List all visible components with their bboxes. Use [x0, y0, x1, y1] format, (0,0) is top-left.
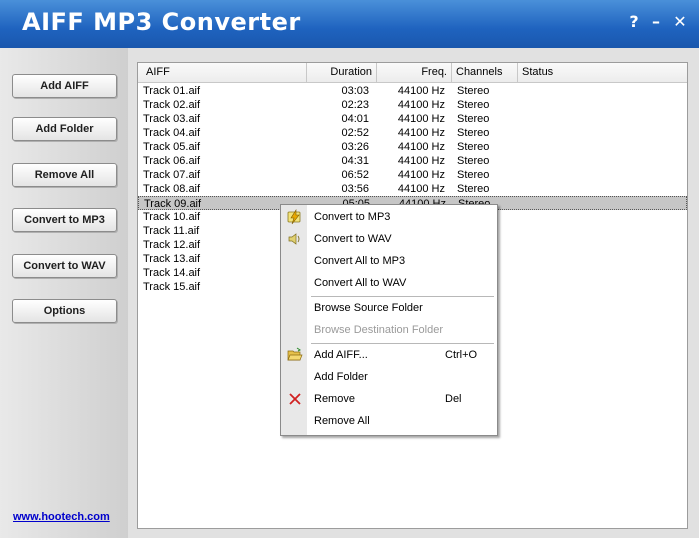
list-header: AIFF Duration Freq. Channels Status	[138, 63, 687, 83]
cell-freq: 44100 Hz	[397, 113, 445, 125]
cell-channels: Stereo	[457, 99, 490, 111]
shortcut-del: Del	[445, 393, 462, 405]
table-row[interactable]: Track 02.aif 02:23 44100 Hz Stereo	[138, 98, 687, 112]
cell-name: Track 13.aif	[143, 253, 201, 265]
title-bar: AIFF MP3 Converter ? – ✕	[0, 0, 699, 48]
cell-freq: 44100 Hz	[397, 85, 445, 97]
cell-freq: 44100 Hz	[397, 141, 445, 153]
cell-name: Track 01.aif	[143, 85, 201, 97]
remove-all-button[interactable]: Remove All	[12, 163, 117, 187]
lightning-icon	[287, 208, 303, 225]
cell-name: Track 10.aif	[143, 211, 201, 223]
cell-name: Track 11.aif	[143, 225, 200, 237]
cell-name: Track 07.aif	[143, 169, 201, 181]
convert-to-mp3-button[interactable]: Convert to MP3	[12, 208, 117, 232]
column-header-aiff[interactable]: AIFF	[138, 63, 307, 82]
menu-item-convert-all-to-wav[interactable]: Convert All to WAV	[281, 272, 497, 294]
cell-duration: 03:26	[341, 141, 369, 153]
cell-name: Track 03.aif	[143, 113, 201, 125]
cell-freq: 44100 Hz	[397, 183, 445, 195]
cell-channels: Stereo	[457, 183, 490, 195]
column-header-channels[interactable]: Channels	[452, 63, 518, 82]
help-button[interactable]: ?	[625, 12, 643, 31]
cell-channels: Stereo	[457, 141, 490, 153]
minimize-button[interactable]: –	[647, 12, 665, 31]
add-aiff-button[interactable]: Add AIFF	[12, 74, 117, 98]
menu-item-remove-all[interactable]: Remove All	[281, 410, 497, 432]
cell-name: Track 15.aif	[143, 281, 201, 293]
cell-channels: Stereo	[457, 113, 490, 125]
cell-name: Track 06.aif	[143, 155, 201, 167]
cell-duration: 04:01	[341, 113, 369, 125]
cell-channels: Stereo	[457, 169, 490, 181]
cell-duration: 06:52	[341, 169, 369, 181]
column-header-duration[interactable]: Duration	[307, 63, 377, 82]
menu-item-browse-source-folder[interactable]: Browse Source Folder	[281, 297, 497, 319]
add-folder-button[interactable]: Add Folder	[12, 117, 117, 141]
close-button[interactable]: ✕	[671, 12, 689, 31]
menu-item-browse-destination-folder: Browse Destination Folder	[314, 324, 444, 336]
cell-channels: Stereo	[457, 85, 490, 97]
table-row[interactable]: Track 06.aif 04:31 44100 Hz Stereo	[138, 154, 687, 168]
cell-channels: Stereo	[457, 127, 490, 139]
cell-freq: 44100 Hz	[397, 127, 445, 139]
shortcut-ctrl-o: Ctrl+O	[445, 349, 478, 361]
cell-freq: 44100 Hz	[397, 99, 445, 111]
cell-name: Track 02.aif	[143, 99, 201, 111]
table-row[interactable]: Track 03.aif 04:01 44100 Hz Stereo	[138, 112, 687, 126]
delete-x-icon	[287, 391, 303, 407]
table-row[interactable]: Track 05.aif 03:26 44100 Hz Stereo	[138, 140, 687, 154]
cell-name: Track 14.aif	[143, 267, 201, 279]
table-row[interactable]: Track 07.aif 06:52 44100 Hz Stereo	[138, 168, 687, 182]
cell-duration: 03:03	[341, 85, 369, 97]
options-button[interactable]: Options	[12, 299, 117, 323]
cell-freq: 44100 Hz	[397, 169, 445, 181]
menu-item-convert-all-to-mp3[interactable]: Convert All to MP3	[281, 250, 497, 272]
cell-duration: 04:31	[341, 155, 369, 167]
column-header-status[interactable]: Status	[518, 63, 687, 82]
website-link[interactable]: www.hootech.com	[13, 511, 110, 523]
convert-to-wav-button[interactable]: Convert to WAV	[12, 254, 117, 278]
cell-name: Track 08.aif	[143, 183, 201, 195]
context-menu: Convert to MP3 Convert to WAV Convert Al…	[280, 204, 498, 436]
cell-name: Track 04.aif	[143, 127, 201, 139]
cell-duration: 02:23	[341, 99, 369, 111]
menu-item-convert-to-mp3[interactable]: Convert to MP3	[281, 206, 497, 228]
cell-freq: 44100 Hz	[397, 155, 445, 167]
cell-duration: 03:56	[341, 183, 369, 195]
menu-item-add-folder[interactable]: Add Folder	[281, 366, 497, 388]
menu-item-add-aiff[interactable]: Add AIFF... Ctrl+O	[281, 344, 497, 366]
menu-item-convert-to-wav[interactable]: Convert to WAV	[281, 228, 497, 250]
cell-name: Track 05.aif	[143, 141, 201, 153]
table-row[interactable]: Track 04.aif 02:52 44100 Hz Stereo	[138, 126, 687, 140]
column-header-freq[interactable]: Freq.	[377, 63, 452, 82]
table-row[interactable]: Track 01.aif 03:03 44100 Hz Stereo	[138, 84, 687, 98]
menu-item-remove[interactable]: Remove Del	[281, 388, 497, 410]
window-title: AIFF MP3 Converter	[22, 8, 301, 36]
folder-open-icon	[287, 347, 303, 363]
cell-name: Track 12.aif	[143, 239, 201, 251]
table-row[interactable]: Track 08.aif 03:56 44100 Hz Stereo	[138, 182, 687, 196]
cell-channels: Stereo	[457, 155, 490, 167]
cell-duration: 02:52	[341, 127, 369, 139]
speaker-icon	[287, 231, 303, 247]
